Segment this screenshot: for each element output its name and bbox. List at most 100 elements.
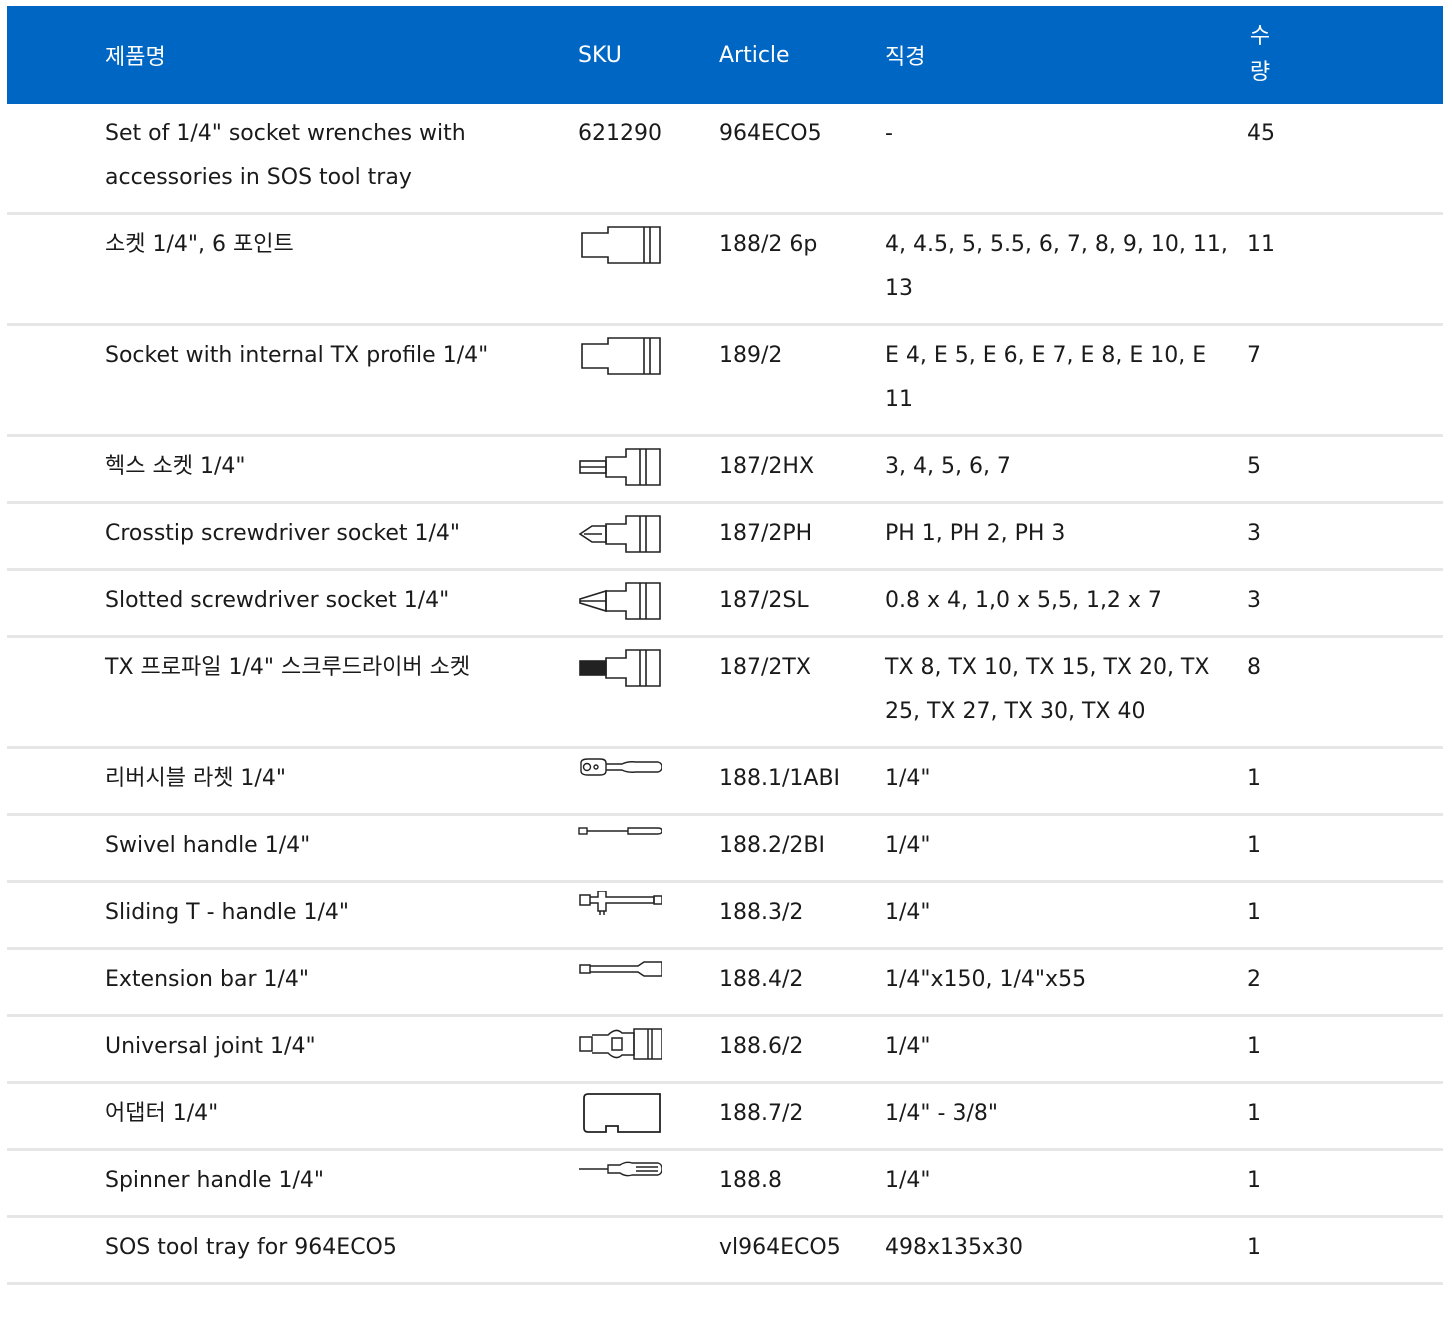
table-row: Extension bar 1/4" 188.4/2 1/4"x150, 1/4"x… [7, 948, 1443, 1017]
product-name-cell: 소켓 1/4", 6 포인트 [7, 213, 578, 326]
sku-cell [578, 814, 719, 883]
product-name-cell: Extension bar 1/4" [7, 948, 578, 1017]
diameter-cell: TX 8, TX 10, TX 15, TX 20, TX 25, TX 27,… [885, 636, 1247, 749]
article-cell: 187/2PH [719, 502, 885, 571]
sku-cell [578, 948, 719, 1017]
sku-value: 621290 [578, 121, 662, 146]
sku-cell [578, 324, 719, 437]
product-name-cell: 헥스 소켓 1/4" [7, 435, 578, 504]
table-row: Crosstip screwdriver socket 1/4" 187/2PH P… [7, 502, 1443, 571]
sku-cell [578, 569, 719, 638]
diameter-cell: E 4, E 5, E 6, E 7, E 8, E 10, E 11 [885, 324, 1247, 437]
table-row: Spinner handle 1/4" 188.8 1/4" 1 [7, 1149, 1443, 1218]
diameter-cell: PH 1, PH 2, PH 3 [885, 502, 1247, 571]
table-row: Set of 1/4" socket wrenches with accesso… [7, 104, 1443, 215]
ratchet-icon [578, 757, 662, 801]
sku-cell [578, 1015, 719, 1084]
product-name-cell: Sliding T - handle 1/4" [7, 881, 578, 950]
sku-cell [578, 1149, 719, 1218]
quantity-cell: 1 [1247, 814, 1443, 883]
product-name-cell: Crosstip screwdriver socket 1/4" [7, 502, 578, 571]
sku-cell [578, 435, 719, 504]
header-product-name: 제품명 [105, 45, 166, 70]
sku-cell [578, 636, 719, 749]
quantity-cell: 1 [1247, 747, 1443, 816]
diameter-cell: 0.8 x 4, 1,0 x 5,5, 1,2 x 7 [885, 569, 1247, 638]
article-cell: 188/2 6p [719, 213, 885, 326]
article-cell: 188.8 [719, 1149, 885, 1218]
quantity-cell: 8 [1247, 636, 1443, 749]
quantity-cell: 1 [1247, 1216, 1443, 1285]
article-cell: 187/2SL [719, 569, 885, 638]
quantity-cell: 11 [1247, 213, 1443, 326]
header-diameter: 직경 [885, 45, 926, 70]
diameter-cell: 3, 4, 5, 6, 7 [885, 435, 1247, 504]
product-name-cell: Slotted screwdriver socket 1/4" [7, 569, 578, 638]
diameter-cell: 1/4" [885, 747, 1247, 816]
quantity-cell: 1 [1247, 1082, 1443, 1151]
table-row: SOS tool tray for 964ECO5 vl964ECO5 498x13… [7, 1216, 1443, 1285]
socket-icon [578, 223, 662, 267]
table-row: Universal joint 1/4" 188.6/2 1/4" 1 [7, 1015, 1443, 1084]
quantity-cell: 1 [1247, 1015, 1443, 1084]
socket-icon [578, 334, 662, 378]
article-cell: 188.1/1ABI [719, 747, 885, 816]
hex-bit-socket-icon [578, 445, 662, 489]
quantity-cell: 3 [1247, 569, 1443, 638]
product-name-cell: 어댑터 1/4" [7, 1082, 578, 1151]
universal-joint-icon [578, 1025, 662, 1069]
article-cell: vl964ECO5 [719, 1216, 885, 1285]
product-name-cell: TX 프로파일 1/4" 스크루드라이버 소켓 [7, 636, 578, 749]
article-cell: 188.6/2 [719, 1015, 885, 1084]
spinner-handle-icon [578, 1159, 662, 1203]
product-name-cell: Spinner handle 1/4" [7, 1149, 578, 1218]
sku-cell [578, 1082, 719, 1151]
quantity-cell: 3 [1247, 502, 1443, 571]
table-row: 어댑터 1/4" 188.7/2 1/4" - 3/8" 1 [7, 1082, 1443, 1151]
table-row: Swivel handle 1/4" 188.2/2BI 1/4" 1 [7, 814, 1443, 883]
swivel-handle-icon [578, 824, 662, 868]
diameter-cell: 1/4" [885, 1015, 1247, 1084]
adapter-icon [578, 1092, 662, 1136]
table-row: Slotted screwdriver socket 1/4" 187/2SL 0.… [7, 569, 1443, 638]
article-cell: 187/2HX [719, 435, 885, 504]
table-row: 헥스 소켓 1/4" 187/2HX 3, 4, 5, 6, 75 [7, 435, 1443, 504]
sku-cell [578, 213, 719, 326]
quantity-cell: 45 [1247, 104, 1443, 215]
header-quantity-cell: 수량 [1247, 6, 1443, 104]
slotted-bit-socket-icon [578, 579, 662, 623]
article-cell: 188.2/2BI [719, 814, 885, 883]
t-handle-icon [578, 891, 662, 935]
sku-cell [578, 1216, 719, 1285]
article-cell: 189/2 [719, 324, 885, 437]
diameter-cell: 1/4"x150, 1/4"x55 [885, 948, 1247, 1017]
quantity-cell: 7 [1247, 324, 1443, 437]
article-cell: 188.3/2 [719, 881, 885, 950]
header-quantity: 수량 [1249, 24, 1271, 85]
sku-cell [578, 502, 719, 571]
product-name-cell: Set of 1/4" socket wrenches with accesso… [7, 104, 578, 215]
diameter-cell: 498x135x30 [885, 1216, 1247, 1285]
table-row: Sliding T - handle 1/4" 188.3/2 1/4" 1 [7, 881, 1443, 950]
article-cell: 188.4/2 [719, 948, 885, 1017]
diameter-cell: - [885, 104, 1247, 215]
diameter-cell: 1/4" [885, 1149, 1247, 1218]
table-row: 소켓 1/4", 6 포인트 188/2 6p 4, 4.5, 5, 5.5, 6,… [7, 213, 1443, 326]
quantity-cell: 5 [1247, 435, 1443, 504]
parts-table-container: 제품명 SKU Article 직경 수량 Set of 1/4" socket… [7, 6, 1443, 1285]
diameter-cell: 1/4" - 3/8" [885, 1082, 1247, 1151]
sku-cell [578, 881, 719, 950]
product-name-cell: 리버시블 라쳇 1/4" [7, 747, 578, 816]
table-row: TX 프로파일 1/4" 스크루드라이버 소켓 187/2TX TX 8, TX 1… [7, 636, 1443, 749]
header-article: Article [719, 42, 790, 68]
table-row: Socket with internal TX profile 1/4" 189/… [7, 324, 1443, 437]
sku-cell [578, 747, 719, 816]
parts-table: 제품명 SKU Article 직경 수량 Set of 1/4" socket… [7, 6, 1443, 1285]
table-header-row: 제품명 SKU Article 직경 수량 [7, 6, 1443, 104]
quantity-cell: 1 [1247, 881, 1443, 950]
quantity-cell: 1 [1247, 1149, 1443, 1218]
product-name-cell: SOS tool tray for 964ECO5 [7, 1216, 578, 1285]
diameter-cell: 4, 4.5, 5, 5.5, 6, 7, 8, 9, 10, 11, 13 [885, 213, 1247, 326]
article-cell: 964ECO5 [719, 104, 885, 215]
sku-cell: 621290 [578, 104, 719, 215]
